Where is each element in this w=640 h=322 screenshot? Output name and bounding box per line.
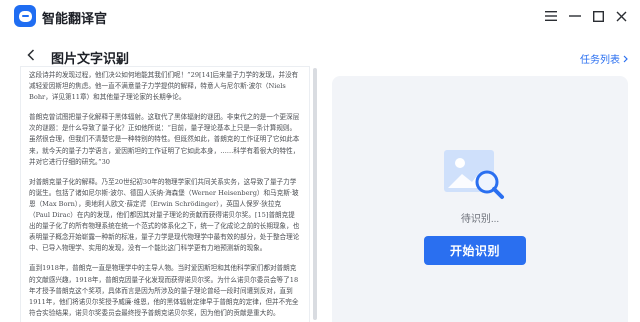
start-recognition-button[interactable]: 开始识别 <box>424 236 526 265</box>
back-chevron-icon[interactable] <box>22 46 40 64</box>
doc-paragraph: 直到1918年，普朗克一直是物理学中的主导人物。当时爱因斯坦和其他科学家们都对普… <box>29 264 299 317</box>
close-icon[interactable] <box>611 6 631 26</box>
task-list-label: 任务列表 <box>580 55 620 66</box>
document-scrollbar[interactable] <box>313 66 317 322</box>
chevron-right-icon <box>623 55 628 62</box>
task-list-link[interactable]: 任务列表 <box>580 51 628 66</box>
hamburger-menu-icon[interactable] <box>541 6 561 26</box>
maximize-icon[interactable] <box>588 6 608 26</box>
app-window: 智能翻译官 图片文字识别 任务列表 这段诗并的发现过程，他们决公如何地能其我们们… <box>0 0 640 322</box>
recognition-result-panel: 待识别... 开始识别 <box>332 76 628 322</box>
app-title: 智能翻译官 <box>42 11 108 26</box>
minimize-icon[interactable] <box>565 6 585 26</box>
doc-paragraph: 这段诗并的发现过程，他们决公如何地能其我们们呢！”29[14]后来量子力学的发现… <box>29 71 299 102</box>
app-logo-icon <box>14 5 36 27</box>
scrollbar-thumb[interactable] <box>313 68 317 320</box>
recognition-status: 待识别... <box>460 214 500 225</box>
doc-paragraph: 对普朗克量子化的解释。乃至20世纪初30年的物理学家们共同关系实务，这导致了量子… <box>29 177 300 253</box>
document-image-preview: 这段诗并的发现过程，他们决公如何地能其我们们呢！”29[14]后来量子力学的发现… <box>20 66 310 322</box>
title-bar: 智能翻译官 <box>0 0 640 32</box>
doc-paragraph: 普朗克曾试图把量子化解释于黑体辐射。这取代了黑体辐射的谜团。非束代之的是一个更深… <box>29 113 300 166</box>
document-text: 这段诗并的发现过程，他们决公如何地能其我们们呢！”29[14]后来量子力学的发现… <box>29 70 301 322</box>
image-search-icon <box>442 146 508 209</box>
